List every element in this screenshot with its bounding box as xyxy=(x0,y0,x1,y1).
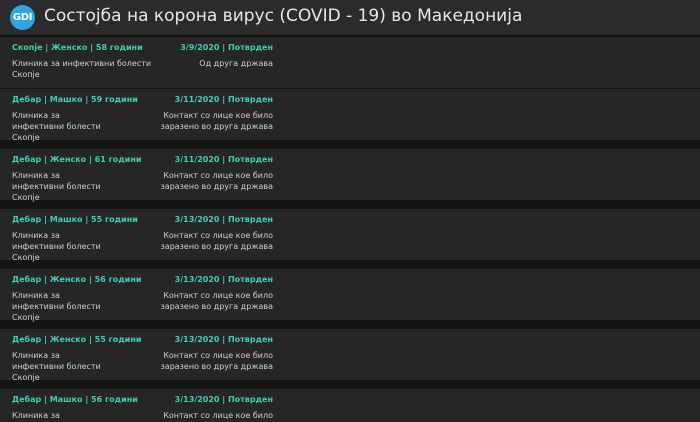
case-source: Од друга држава xyxy=(199,59,273,68)
case-list[interactable]: Скопје | Женско | 58 години 3/9/2020 | П… xyxy=(0,37,700,422)
case-card[interactable]: Дебар | Женско | 61 години 3/11/2020 | П… xyxy=(0,149,700,203)
page-title: Состојба на корона вирус (COVID - 19) во… xyxy=(44,6,523,26)
case-source: Контакт со лице кое било заразено во дру… xyxy=(163,411,273,420)
case-date-status: 3/9/2020 | Потврден xyxy=(180,43,273,52)
case-person: Дебар | Машко | 55 години xyxy=(12,215,138,224)
case-clinic: Клиника за инфективни болести Скопје xyxy=(12,59,152,79)
case-source: Контакт со лице кое било заразено во дру… xyxy=(160,351,273,371)
case-person: Дебар | Женско | 55 години xyxy=(12,335,142,344)
case-card-header: Дебар | Машко | 55 години 3/13/2020 | По… xyxy=(12,215,273,224)
case-date-status: 3/13/2020 | Потврден xyxy=(174,215,273,224)
case-date-status: 3/13/2020 | Потврден xyxy=(174,335,273,344)
case-card[interactable]: Дебар | Машко | 55 години 3/13/2020 | По… xyxy=(0,209,700,263)
case-card[interactable]: Дебар | Машко | 59 години 3/11/2020 | По… xyxy=(0,89,700,143)
case-card-header: Дебар | Машко | 59 години 3/11/2020 | По… xyxy=(12,95,273,104)
gdi-logo[interactable]: GDI xyxy=(10,5,35,30)
case-person: Дебар | Машко | 56 години xyxy=(12,395,138,404)
case-card-header: Дебар | Машко | 56 години 3/13/2020 | По… xyxy=(12,395,273,404)
case-card-header: Дебар | Женско | 56 години 3/13/2020 | П… xyxy=(12,275,273,284)
case-source: Контакт со лице кое било заразено во дру… xyxy=(160,291,273,311)
case-card-body: Клиника за инфективни болести Скопје Кон… xyxy=(12,410,273,422)
case-clinic: Клиника за инфективни болести Скопје xyxy=(12,231,101,262)
case-person: Дебар | Машко | 59 години xyxy=(12,95,138,104)
case-card[interactable]: Дебар | Машко | 56 години 3/13/2020 | По… xyxy=(0,389,700,422)
case-date-status: 3/13/2020 | Потврден xyxy=(174,275,273,284)
case-date-status: 3/13/2020 | Потврден xyxy=(174,395,273,404)
case-card-body: Клиника за инфективни болести Скопје Кон… xyxy=(12,110,273,143)
case-source: Контакт со лице кое било заразено во дру… xyxy=(160,111,273,131)
case-card[interactable]: Дебар | Женско | 55 години 3/13/2020 | П… xyxy=(0,329,700,383)
case-source: Контакт со лице кое било заразено во дру… xyxy=(160,171,273,191)
case-source: Контакт со лице кое било заразено во дру… xyxy=(160,231,273,251)
case-person: Дебар | Женско | 56 години xyxy=(12,275,142,284)
case-card-header: Скопје | Женско | 58 години 3/9/2020 | П… xyxy=(12,43,273,52)
case-card[interactable]: Дебар | Женско | 56 години 3/13/2020 | П… xyxy=(0,269,700,323)
case-date-status: 3/11/2020 | Потврден xyxy=(174,95,273,104)
case-card[interactable]: Скопје | Женско | 58 години 3/9/2020 | П… xyxy=(0,37,700,88)
case-clinic: Клиника за инфективни болести Скопје xyxy=(12,291,101,322)
case-clinic: Клиника за инфективни болести Скопје xyxy=(12,351,101,382)
app-header: GDI Состојба на корона вирус (COVID - 19… xyxy=(0,0,700,36)
case-clinic: Клиника за инфективни болести Скопје xyxy=(12,111,101,142)
case-card-body: Клиника за инфективни болести Скопје Кон… xyxy=(12,290,273,323)
case-card-body: Клиника за инфективни болести Скопје Кон… xyxy=(12,350,273,383)
case-card-header: Дебар | Женско | 55 години 3/13/2020 | П… xyxy=(12,335,273,344)
case-clinic: Клиника за инфективни болести Скопје xyxy=(12,411,60,420)
case-card-body: Клиника за инфективни болести Скопје Кон… xyxy=(12,230,273,263)
case-card-body: Клиника за инфективни болести Скопје Од … xyxy=(12,58,273,80)
case-card-header: Дебар | Женско | 61 години 3/11/2020 | П… xyxy=(12,155,273,164)
case-person: Скопје | Женско | 58 години xyxy=(12,43,143,52)
case-date-status: 3/11/2020 | Потврден xyxy=(174,155,273,164)
case-clinic: Клиника за инфективни болести Скопје xyxy=(12,171,101,202)
case-card-body: Клиника за инфективни болести Скопје Кон… xyxy=(12,170,273,203)
case-person: Дебар | Женско | 61 години xyxy=(12,155,142,164)
